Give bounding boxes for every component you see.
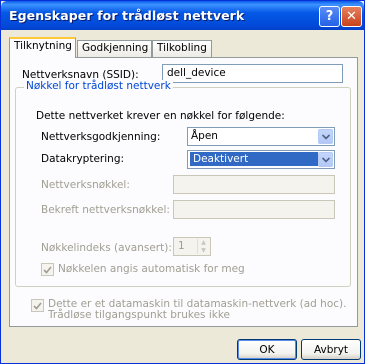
key-index-stepper[interactable]: 1 ▲ ▼	[173, 237, 211, 256]
tab-godkjenning[interactable]: Godkjenning	[77, 40, 152, 57]
checkmark-icon	[43, 265, 52, 274]
help-button[interactable]: ?	[319, 6, 340, 27]
chevron-down-icon[interactable]	[318, 129, 333, 144]
ssid-input[interactable]: dell_device	[162, 64, 343, 83]
encryption-label: Datakryptering:	[41, 153, 125, 165]
confirm-key-input[interactable]	[173, 200, 335, 219]
encryption-value: Deaktivert	[190, 152, 318, 166]
ok-button-label: OK	[259, 343, 275, 356]
auth-dropdown[interactable]: Åpen	[187, 127, 335, 146]
network-key-input[interactable]	[173, 175, 335, 194]
key-index-label: Nøkkelindeks (avansert):	[41, 242, 172, 254]
key-description: Dette nettverket krever en nøkkel for fø…	[36, 110, 285, 122]
encryption-dropdown[interactable]: Deaktivert	[187, 150, 335, 169]
adhoc-label-line2: Trådløse tilgangspunkt brukes ikke	[48, 309, 231, 321]
checkmark-icon	[33, 301, 42, 310]
help-icon: ?	[325, 9, 334, 24]
key-group-title: Nøkkel for trådløst nettverk	[24, 80, 173, 92]
network-key-label: Nettverksnøkkel:	[41, 179, 130, 191]
cancel-button[interactable]: Avbryt	[301, 339, 361, 360]
adhoc-checkbox[interactable]	[31, 299, 44, 312]
tab-tilknytning[interactable]: Tilknytning	[9, 37, 76, 58]
dialog-window: Egenskaper for trådløst nettverk ? ✕ Til…	[0, 0, 365, 364]
ssid-value: dell_device	[167, 67, 226, 79]
auto-key-label: Nøkkelen angis automatisk for meg	[58, 263, 245, 275]
ok-button[interactable]: OK	[237, 339, 297, 360]
tab-tilkobling[interactable]: Tilkobling	[152, 40, 212, 57]
stepper-arrows[interactable]: ▲ ▼	[197, 239, 209, 254]
confirm-key-label: Bekreft nettverksnøkkel:	[41, 204, 170, 216]
auto-key-checkbox[interactable]	[41, 263, 54, 276]
auth-value: Åpen	[191, 130, 218, 142]
auth-label: Nettverksgodkjenning:	[41, 131, 161, 143]
title-bar[interactable]: Egenskaper for trådløst nettverk ? ✕	[1, 1, 364, 30]
chevron-up-icon[interactable]: ▲	[198, 239, 209, 247]
key-index-value: 1	[178, 240, 185, 252]
close-icon: ✕	[346, 9, 357, 24]
close-button[interactable]: ✕	[341, 6, 362, 27]
window-title: Egenskaper for trådløst nettverk	[9, 8, 245, 23]
cancel-button-label: Avbryt	[313, 343, 349, 356]
chevron-down-icon[interactable]: ▼	[198, 247, 209, 255]
chevron-down-icon[interactable]	[318, 152, 333, 167]
